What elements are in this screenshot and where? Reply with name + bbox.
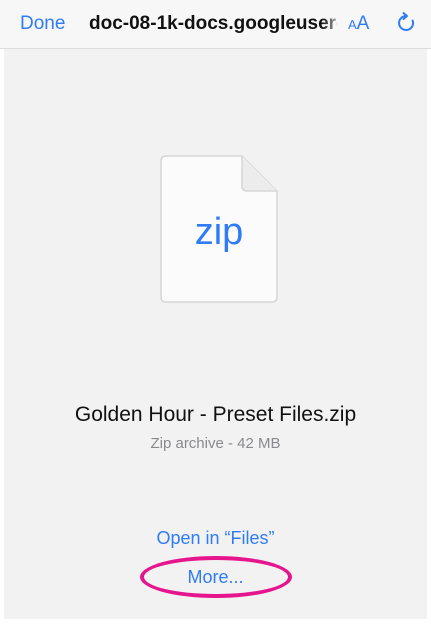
url-title[interactable]: doc-08-1k-docs.googleusercontent.com [89,12,337,36]
text-size-large-glyph: A [356,13,370,34]
screen: Done doc-08-1k-docs.googleusercontent.co… [0,0,431,625]
browser-toolbar: Done doc-08-1k-docs.googleusercontent.co… [0,0,431,49]
more-button[interactable]: More... [0,566,431,588]
text-size-button[interactable]: AA [348,13,369,36]
done-button[interactable]: Done [20,12,65,36]
open-in-files-button[interactable]: Open in “Files” [0,527,431,549]
file-type-label: zip [194,211,244,253]
file-meta: Zip archive - 42 MB [150,435,281,452]
reload-icon[interactable] [394,11,418,35]
file-name: Golden Hour - Preset Files.zip [74,403,357,426]
url-fade [322,8,344,40]
text-size-small-glyph: A [348,17,357,32]
